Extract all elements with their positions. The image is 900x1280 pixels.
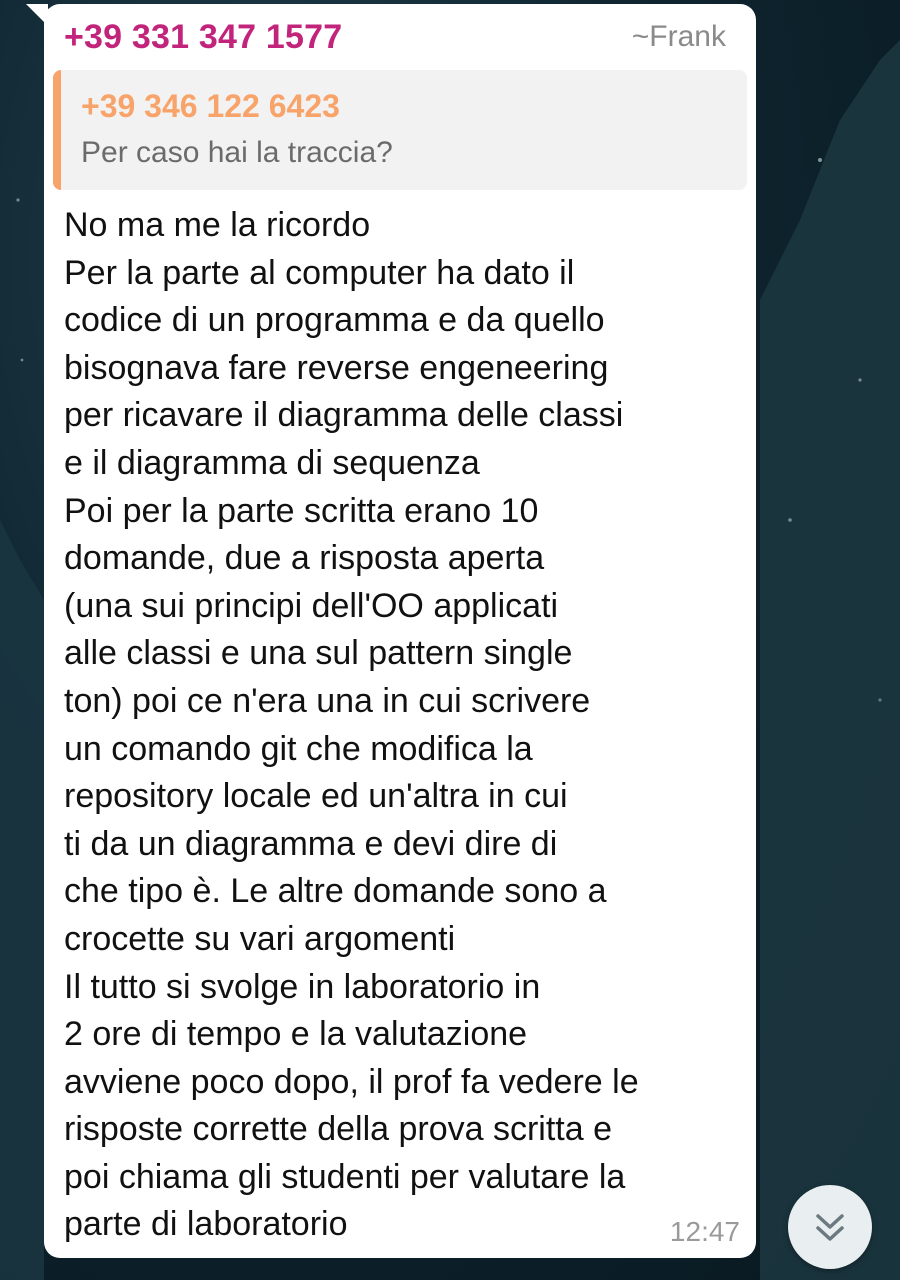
message-line: 2 ore di tempo e la valutazione [64,1015,528,1054]
message-timestamp: 12:47 [669,1216,740,1247]
message-line: crocette su vari argomenti [64,919,456,958]
message-line: parte di laboratorio [64,1205,348,1244]
message-line: Per la parte al computer ha dato il [64,253,575,292]
sender-phone-number[interactable]: +39 331 347 1577 [64,18,342,57]
message-line: repository locale ed un'altra in cui [64,777,568,816]
message-line: domande, due a risposta aperta [64,539,545,578]
message-line: (una sui principi dell'OO applicati [64,586,559,625]
message-line: ti da un diagramma e devi dire di [64,824,558,863]
message-line: avviene poco dopo, il prof fa vedere le [64,1062,639,1101]
message-line: che tipo è. Le altre domande sono a [64,872,607,911]
message-bubble[interactable]: +39 331 347 1577 ~Frank +39 346 122 6423… [44,4,756,1258]
reply-quote-sender: +39 346 122 6423 [81,88,340,124]
message-line: e il diagramma di sequenza [64,443,480,482]
message-line: per ricavare il diagramma delle classi [64,396,624,435]
message-text: No ma me la ricordo Per la parte al comp… [64,202,744,1249]
message-line: No ma me la ricordo [64,206,371,244]
message-line: Il tutto si svolge in laboratorio in [64,967,541,1006]
message-line: poi chiama gli studenti per valutare la [64,1157,626,1196]
message-line: alle classi e una sul pattern single [64,634,573,673]
message-line: risposte corrette della prova scritta e [64,1110,613,1149]
message-line: codice di un programma e da quello [64,301,605,340]
scroll-to-bottom-button[interactable] [788,1185,872,1269]
message-line: bisognava fare reverse engeneering [64,348,609,387]
message-line: un comando git che modifica la [64,729,533,768]
reply-quote-text: Per caso hai la traccia? [81,136,393,169]
reply-quote[interactable]: +39 346 122 6423 Per caso hai la traccia… [53,70,747,190]
double-chevron-down-icon [816,1214,844,1241]
sender-display-name: ~Frank [631,20,726,53]
message-line: ton) poi ce n'era una in cui scrivere [64,681,591,720]
message-line: Poi per la parte scritta erano 10 [64,491,539,530]
